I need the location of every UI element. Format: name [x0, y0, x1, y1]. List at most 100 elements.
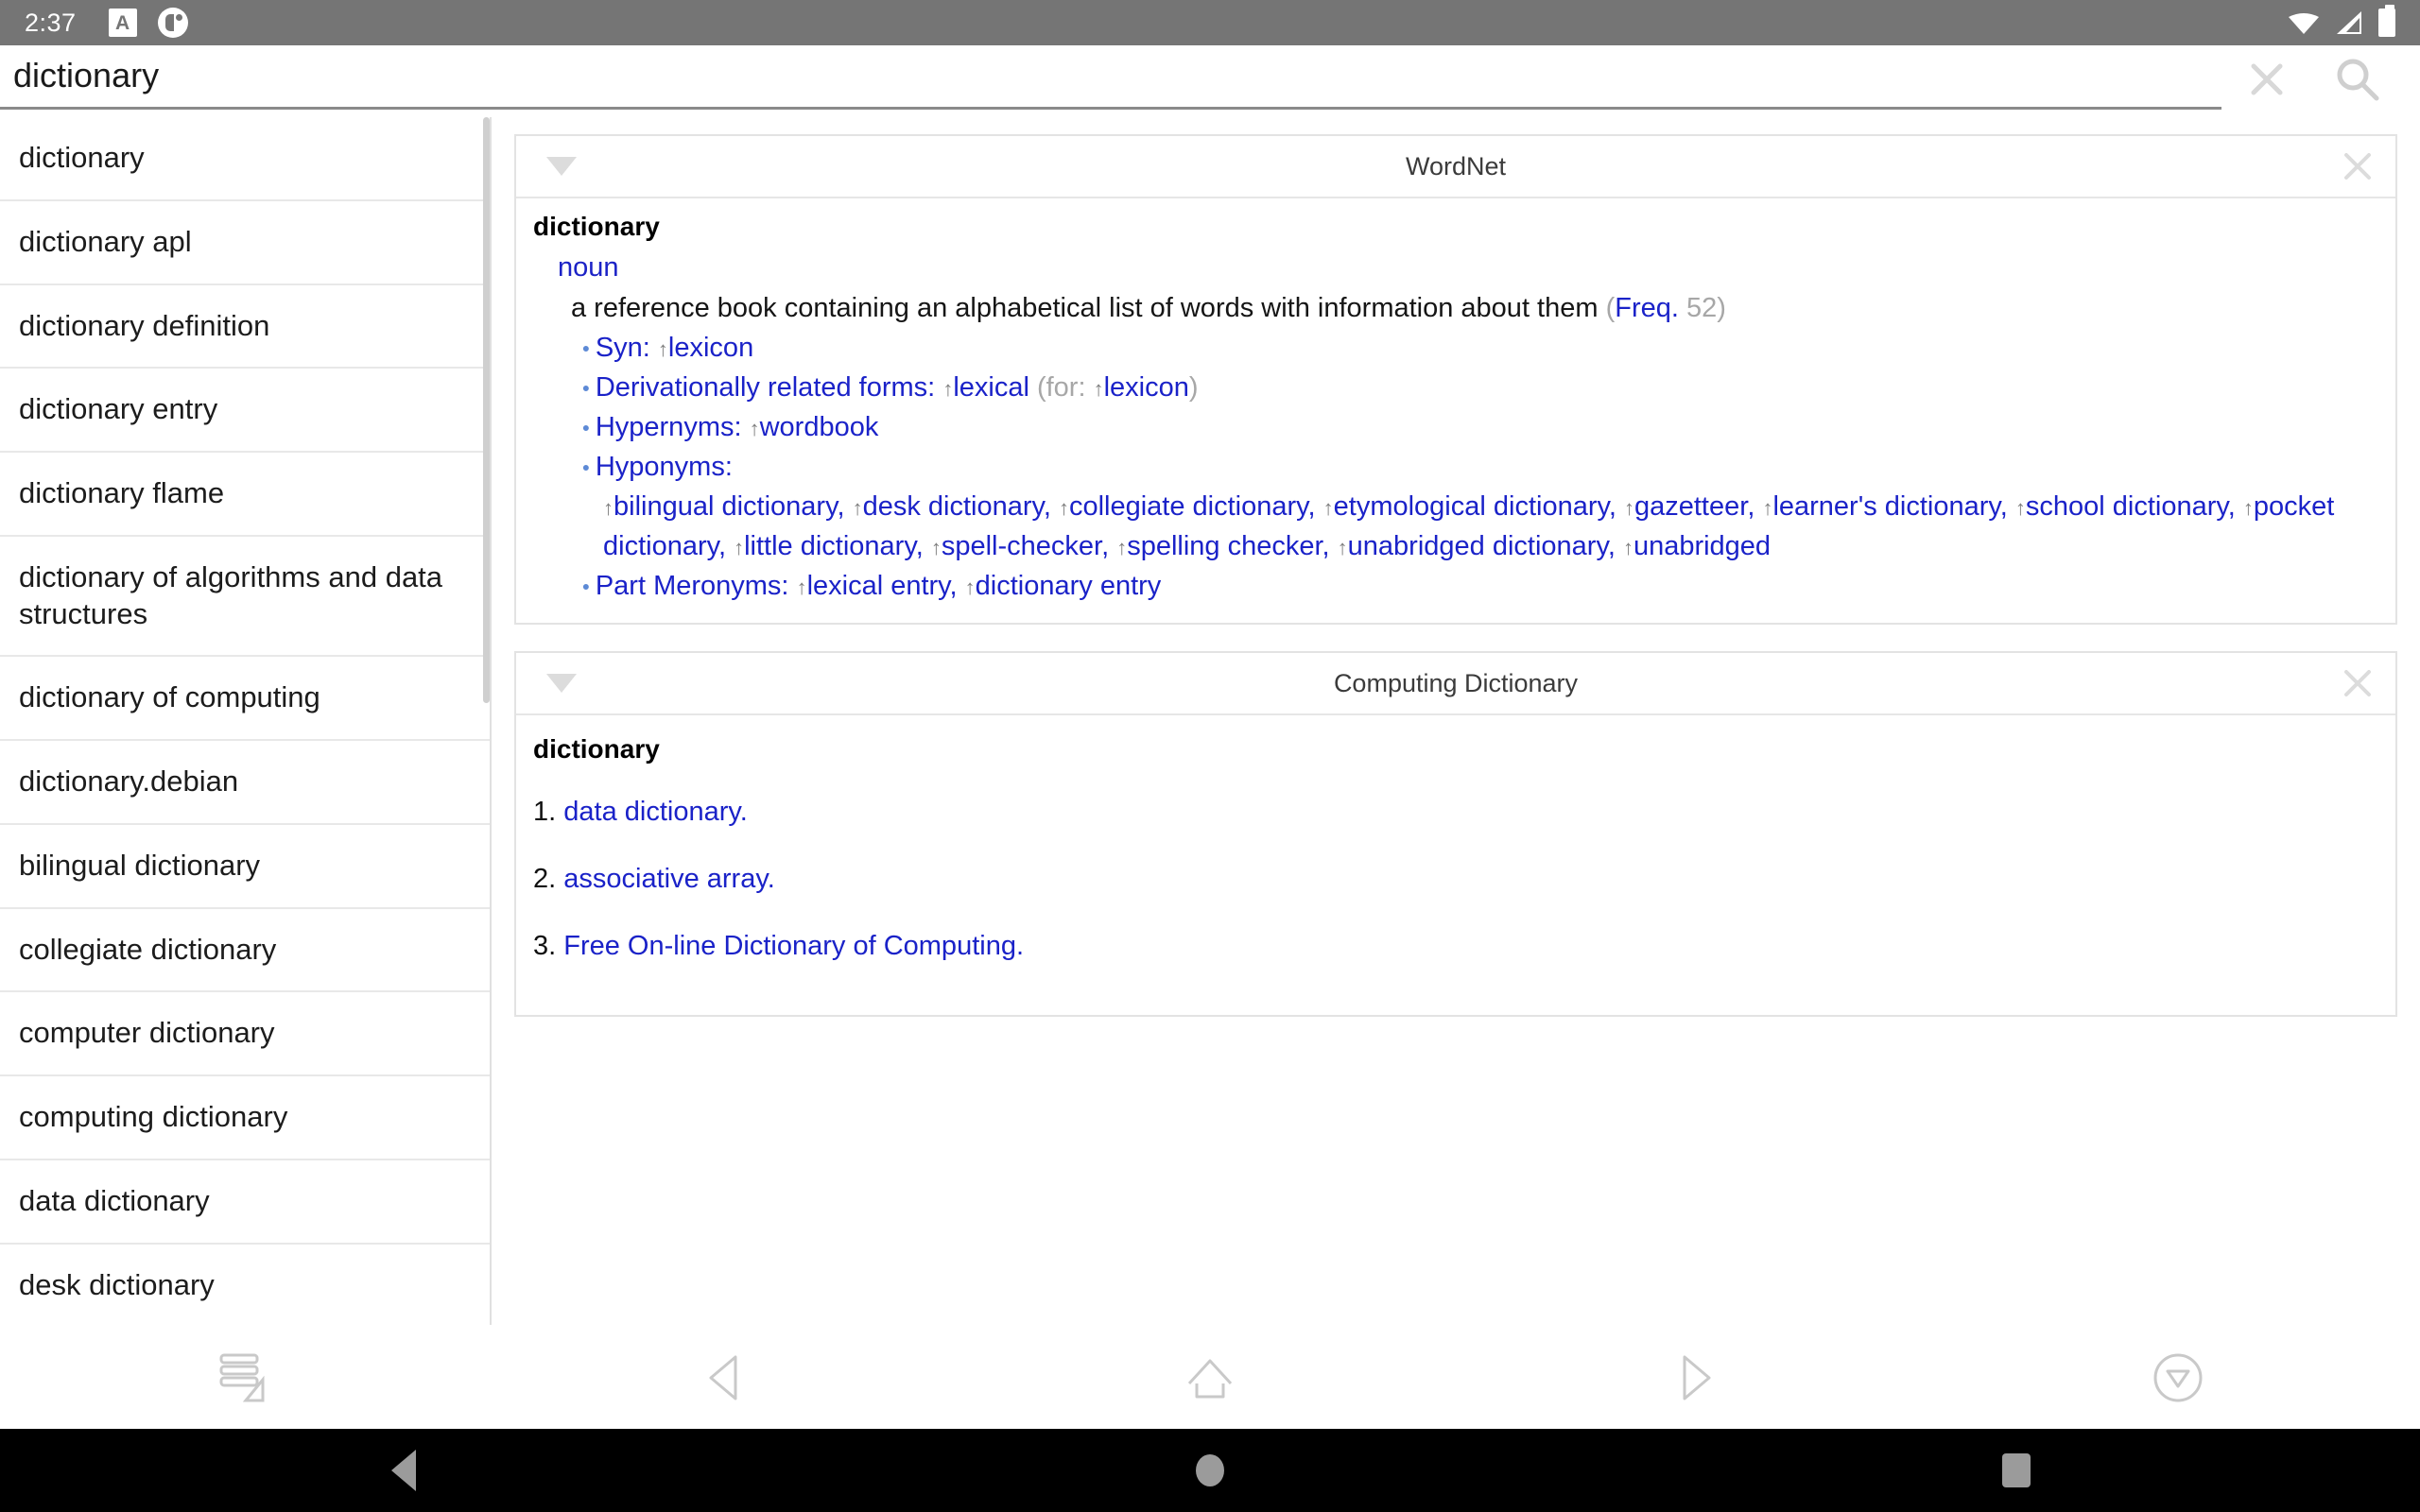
wordnet-card-close-button[interactable] [2337, 146, 2378, 187]
relation-link[interactable]: wordbook [760, 412, 879, 442]
computing-dictionary-card-body: dictionary 1. data dictionary. 2. associa… [516, 715, 2395, 1015]
entry-tail: . [739, 797, 748, 827]
up-arrow-icon: ↑ [1058, 495, 1069, 520]
previous-button[interactable] [484, 1344, 968, 1412]
separator: , [717, 530, 735, 561]
hyponym-link[interactable]: school dictionary [2026, 491, 2228, 522]
home-button[interactable] [968, 1342, 1452, 1414]
list-item-label: dictionary entry [19, 392, 218, 426]
hyponym-link[interactable]: etymological dictionary [1334, 491, 1609, 522]
separator: , [1999, 490, 2015, 522]
relation-label[interactable]: Part Meronyms: [596, 571, 789, 601]
next-button[interactable] [1452, 1344, 1936, 1412]
hyponym-link[interactable]: spelling checker [1127, 531, 1322, 561]
wordnet-gloss: a reference book containing an alphabeti… [571, 289, 2378, 328]
list-item-label: dictionary [19, 141, 145, 174]
up-arrow-icon: ↑ [2014, 495, 2026, 520]
battery-icon [2378, 5, 2395, 37]
scroll-down-button[interactable] [1936, 1342, 2420, 1414]
android-back-button[interactable] [0, 1450, 806, 1491]
caret-down-icon[interactable] [546, 157, 577, 176]
suggestion-list-container: dictionary dictionary apl dictionary defin… [0, 117, 490, 1325]
android-recents-icon [2002, 1453, 2031, 1487]
sidebar-scrollbar-thumb[interactable] [483, 117, 490, 703]
relation-link[interactable]: lexical [953, 372, 1029, 403]
list-item[interactable]: bilingual dictionary [0, 825, 490, 909]
hyponym-link[interactable]: gazetteer [1634, 491, 1747, 522]
freq-open-paren: ( [1605, 292, 1616, 323]
entry-link[interactable]: associative array [563, 864, 767, 894]
wordnet-hyponyms-list: ↑bilingual dictionary, ↑desk dictionary,… [603, 487, 2378, 566]
relation-label[interactable]: Derivationally related forms: [596, 372, 935, 403]
hyponym-link[interactable]: desk dictionary [863, 491, 1044, 522]
list-item-label: dictionary of computing [19, 680, 320, 714]
caret-down-icon[interactable] [546, 674, 577, 693]
wordnet-headword: dictionary [533, 212, 660, 241]
main-content: dictionary dictionary apl dictionary defin… [0, 117, 2420, 1327]
relation-label[interactable]: Hyponyms: [596, 452, 733, 482]
freq-label[interactable]: Freq. [1615, 293, 1679, 323]
hyponym-link[interactable]: unabridged dictionary [1348, 531, 1608, 561]
list-item[interactable]: dictionary definition [0, 285, 490, 369]
app-screen: 2:37 A dictionary dictionary dictionary … [0, 0, 2420, 1512]
list-item-label: dictionary.debian [19, 765, 239, 798]
list-item-label: dictionary flame [19, 476, 225, 509]
android-home-button[interactable] [806, 1454, 1613, 1486]
computing-dictionary-entries: 1. data dictionary. 2. associative array.… [533, 797, 2378, 962]
list-item: 2. associative array. [533, 864, 2378, 895]
wordnet-card: WordNet dictionary noun a reference book… [514, 134, 2397, 625]
submit-search-button[interactable] [2312, 45, 2403, 113]
list-item[interactable]: dictionary of computing [0, 657, 490, 741]
hyponym-link[interactable]: collegiate dictionary [1069, 491, 1308, 522]
list-item[interactable]: dictionary apl [0, 201, 490, 285]
separator: , [1607, 530, 1623, 561]
meronym-link[interactable]: lexical entry [807, 571, 950, 601]
list-item[interactable]: dictionary [0, 117, 490, 201]
list-item-label: dictionary apl [19, 224, 192, 258]
bullet-icon: • [582, 416, 596, 440]
entry-number: 2. [533, 864, 557, 894]
list-item[interactable]: dictionary flame [0, 453, 490, 537]
list-item[interactable]: dictionary of algorithms and data struct… [0, 537, 490, 658]
list-item[interactable]: computing dictionary [0, 1076, 490, 1160]
list-item[interactable]: data dictionary [0, 1160, 490, 1245]
sidebar-scrollbar[interactable] [483, 117, 490, 1325]
hyponym-link[interactable]: bilingual dictionary [614, 491, 837, 522]
separator: , [1608, 490, 1624, 522]
relation-paren-link[interactable]: lexicon [1104, 372, 1189, 403]
close-x-icon [2344, 153, 2371, 180]
wordnet-card-title: WordNet [1405, 151, 1507, 180]
list-item[interactable]: desk dictionary [0, 1245, 490, 1326]
wordnet-part-of-speech[interactable]: noun [558, 248, 2378, 289]
list-layout-icon [219, 1353, 265, 1402]
list-item[interactable]: computer dictionary [0, 992, 490, 1076]
android-recents-button[interactable] [1614, 1453, 2420, 1487]
separator: , [1043, 490, 1059, 522]
clear-search-button[interactable] [2221, 45, 2312, 113]
separator: , [1307, 490, 1323, 522]
search-input[interactable] [0, 51, 2221, 108]
bullet-icon: • [582, 376, 596, 401]
paragraph-layout-button[interactable] [0, 1344, 484, 1412]
suggestion-list[interactable]: dictionary dictionary apl dictionary defin… [0, 117, 492, 1325]
app-bottom-toolbar [0, 1327, 2420, 1429]
android-back-icon [390, 1450, 416, 1491]
entry-link[interactable]: data dictionary [563, 797, 739, 827]
close-x-icon [2344, 670, 2371, 696]
relation-link[interactable]: lexicon [668, 333, 753, 363]
meronym-link[interactable]: dictionary entry [976, 571, 1162, 601]
hyponym-link[interactable]: unabridged [1634, 531, 1771, 561]
list-item[interactable]: collegiate dictionary [0, 909, 490, 993]
relation-label[interactable]: Hypernyms: [596, 412, 742, 442]
computing-dictionary-close-button[interactable] [2337, 662, 2378, 704]
hyponym-link[interactable]: learner's dictionary [1772, 491, 1999, 522]
list-item[interactable]: dictionary.debian [0, 741, 490, 825]
up-arrow-icon: ↑ [852, 495, 863, 520]
up-arrow-icon: ↑ [1623, 495, 1634, 520]
relation-label[interactable]: Syn: [596, 333, 650, 363]
hyponym-link[interactable]: spell-checker [942, 531, 1101, 561]
entry-link[interactable]: Free On-line Dictionary of Computing [563, 931, 1016, 961]
computing-dictionary-card-title: Computing Dictionary [1333, 668, 1579, 697]
list-item[interactable]: dictionary entry [0, 369, 490, 453]
hyponym-link[interactable]: little dictionary [744, 531, 916, 561]
